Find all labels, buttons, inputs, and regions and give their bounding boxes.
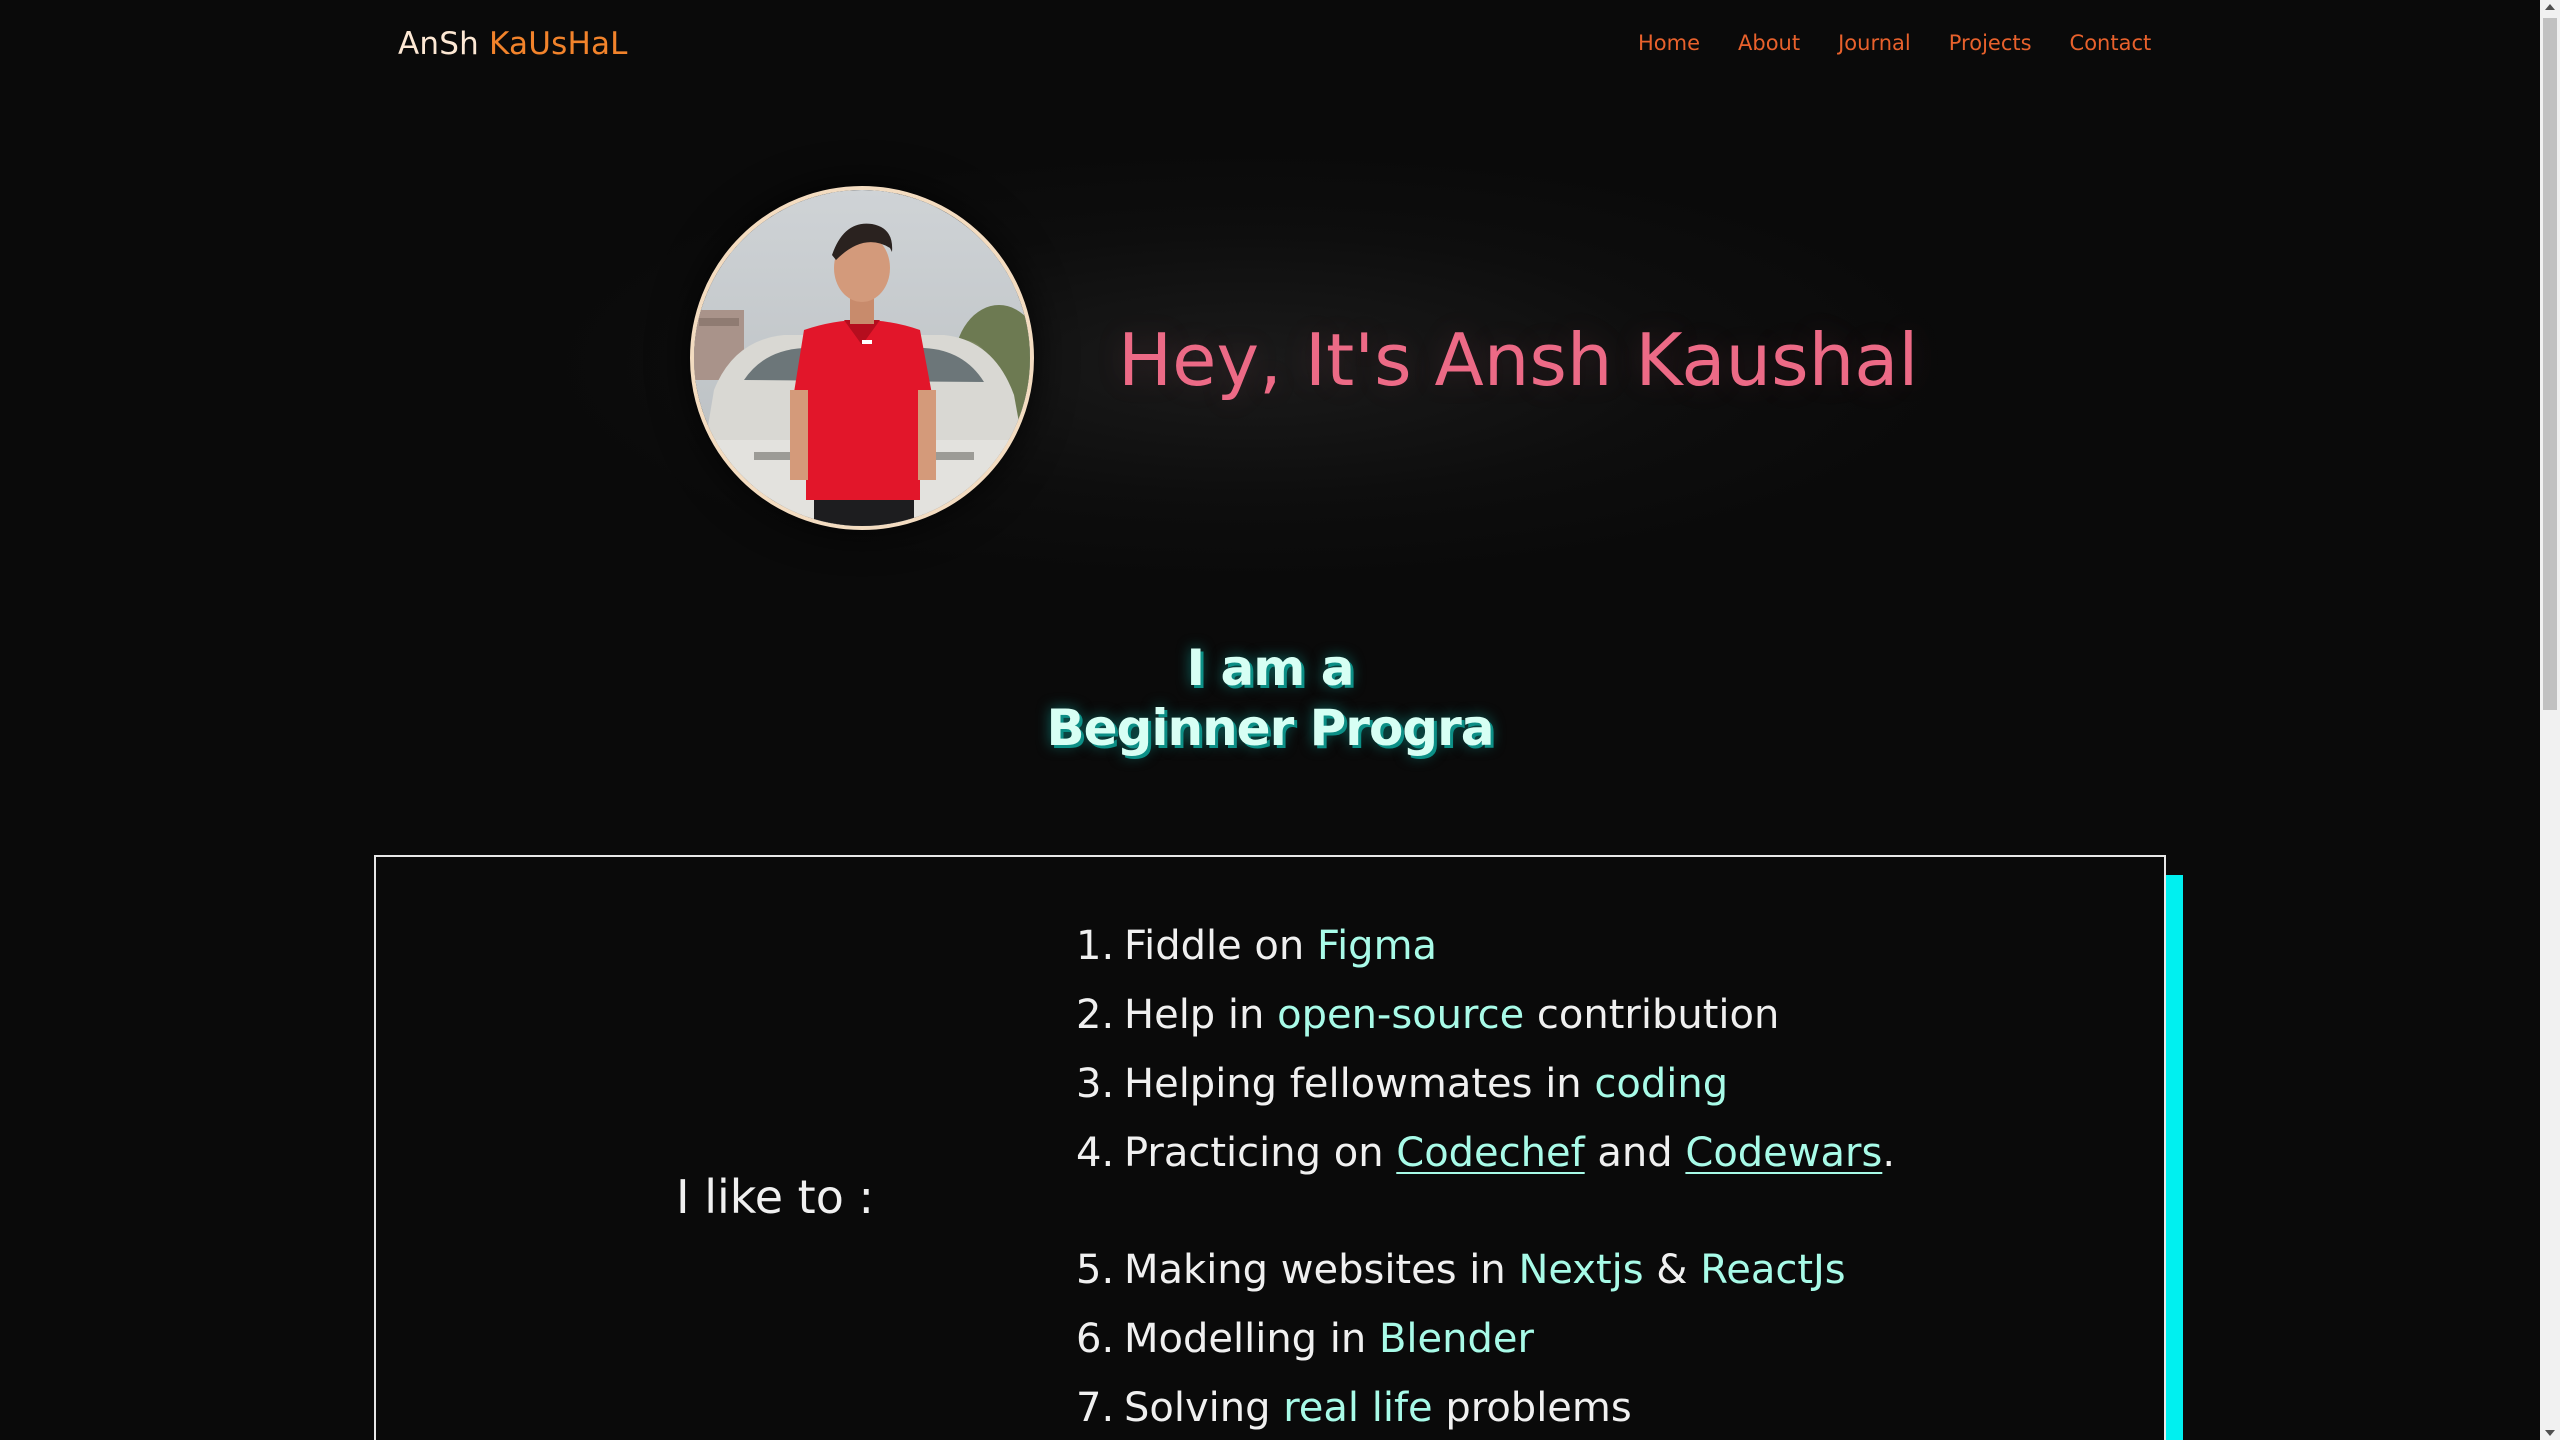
nav-projects[interactable]: Projects: [1949, 28, 2032, 58]
item-highlight: Figma: [1316, 923, 1438, 969]
item-text: &: [1643, 1247, 1701, 1293]
list-item: 5. Making websites in Nextjs & ReactJs: [1076, 1243, 1846, 1297]
item-text: problems: [1432, 1385, 1632, 1431]
typing-text-1: I am a: [1186, 639, 1355, 697]
item-number: 2.: [1076, 992, 1115, 1038]
likes-card: I like to : 1. Fiddle on Figma 2. Help in …: [374, 855, 2166, 1440]
item-number: 5.: [1076, 1247, 1115, 1293]
brand-logo[interactable]: AnSh KaUsHaL: [398, 24, 628, 64]
brand-first: AnSh: [398, 26, 490, 62]
list-item: 3. Helping fellowmates in coding: [1076, 1057, 1728, 1111]
item-text: and: [1584, 1130, 1686, 1176]
main-nav: Home About Journal Projects Contact: [1638, 28, 2189, 58]
item-number: 3.: [1076, 1061, 1115, 1107]
item-text: Fiddle on: [1124, 923, 1317, 969]
scroll-thumb[interactable]: [2543, 18, 2557, 710]
avatar: [690, 186, 1034, 530]
likes-heading: I like to :: [676, 1170, 874, 1224]
item-highlight: Blender: [1378, 1316, 1534, 1362]
item-text: contribution: [1524, 992, 1780, 1038]
page: AnSh KaUsHaL Home About Journal Projects…: [0, 0, 2560, 1440]
codewars-link[interactable]: Codewars: [1685, 1130, 1882, 1176]
item-text: .: [1882, 1130, 1896, 1176]
item-number: 7.: [1076, 1385, 1115, 1431]
item-highlight: Nextjs: [1518, 1247, 1644, 1293]
item-highlight: open-source: [1277, 992, 1525, 1038]
list-item: 1. Fiddle on Figma: [1076, 919, 1437, 973]
nav-journal[interactable]: Journal: [1838, 28, 1911, 58]
item-number: 6.: [1076, 1316, 1115, 1362]
typing-text-2: Beginner Progra: [1046, 699, 1495, 757]
accent-bar: [2165, 875, 2183, 1440]
item-highlight: coding: [1594, 1061, 1729, 1107]
page-scrollbar[interactable]: [2540, 0, 2560, 1440]
scroll-down-arrow-icon[interactable]: [2545, 1430, 2555, 1436]
item-text: Practicing on: [1124, 1130, 1397, 1176]
profile-photo: [694, 190, 1030, 526]
item-highlight: real life: [1283, 1385, 1433, 1431]
item-text: Help in: [1124, 992, 1278, 1038]
list-item: 2. Help in open-source contribution: [1076, 988, 1779, 1042]
codechef-link[interactable]: Codechef: [1396, 1130, 1584, 1176]
list-item: 7. Solving real life problems: [1076, 1381, 1632, 1435]
item-text: Solving: [1124, 1385, 1284, 1431]
list-item: 6. Modelling in Blender: [1076, 1312, 1534, 1366]
item-text: Modelling in: [1124, 1316, 1379, 1362]
typing-line-1: I am a: [0, 638, 2540, 698]
scroll-up-arrow-icon[interactable]: [2545, 4, 2555, 10]
item-number: 1.: [1076, 923, 1115, 969]
nav-contact[interactable]: Contact: [2070, 28, 2152, 58]
brand-last: KaUsHaL: [489, 26, 628, 62]
item-highlight: ReactJs: [1700, 1247, 1846, 1293]
hero-title: Hey, It's Ansh Kaushal: [1118, 318, 1919, 402]
item-text: Helping fellowmates in: [1124, 1061, 1595, 1107]
item-number: 4.: [1076, 1130, 1115, 1176]
list-item: 4. Practicing on Codechef and Codewars.: [1076, 1126, 1895, 1180]
nav-home[interactable]: Home: [1638, 28, 1700, 58]
typing-line-2: Beginner Progra: [0, 698, 2540, 758]
item-text: Making websites in: [1124, 1247, 1519, 1293]
nav-about[interactable]: About: [1738, 28, 1800, 58]
